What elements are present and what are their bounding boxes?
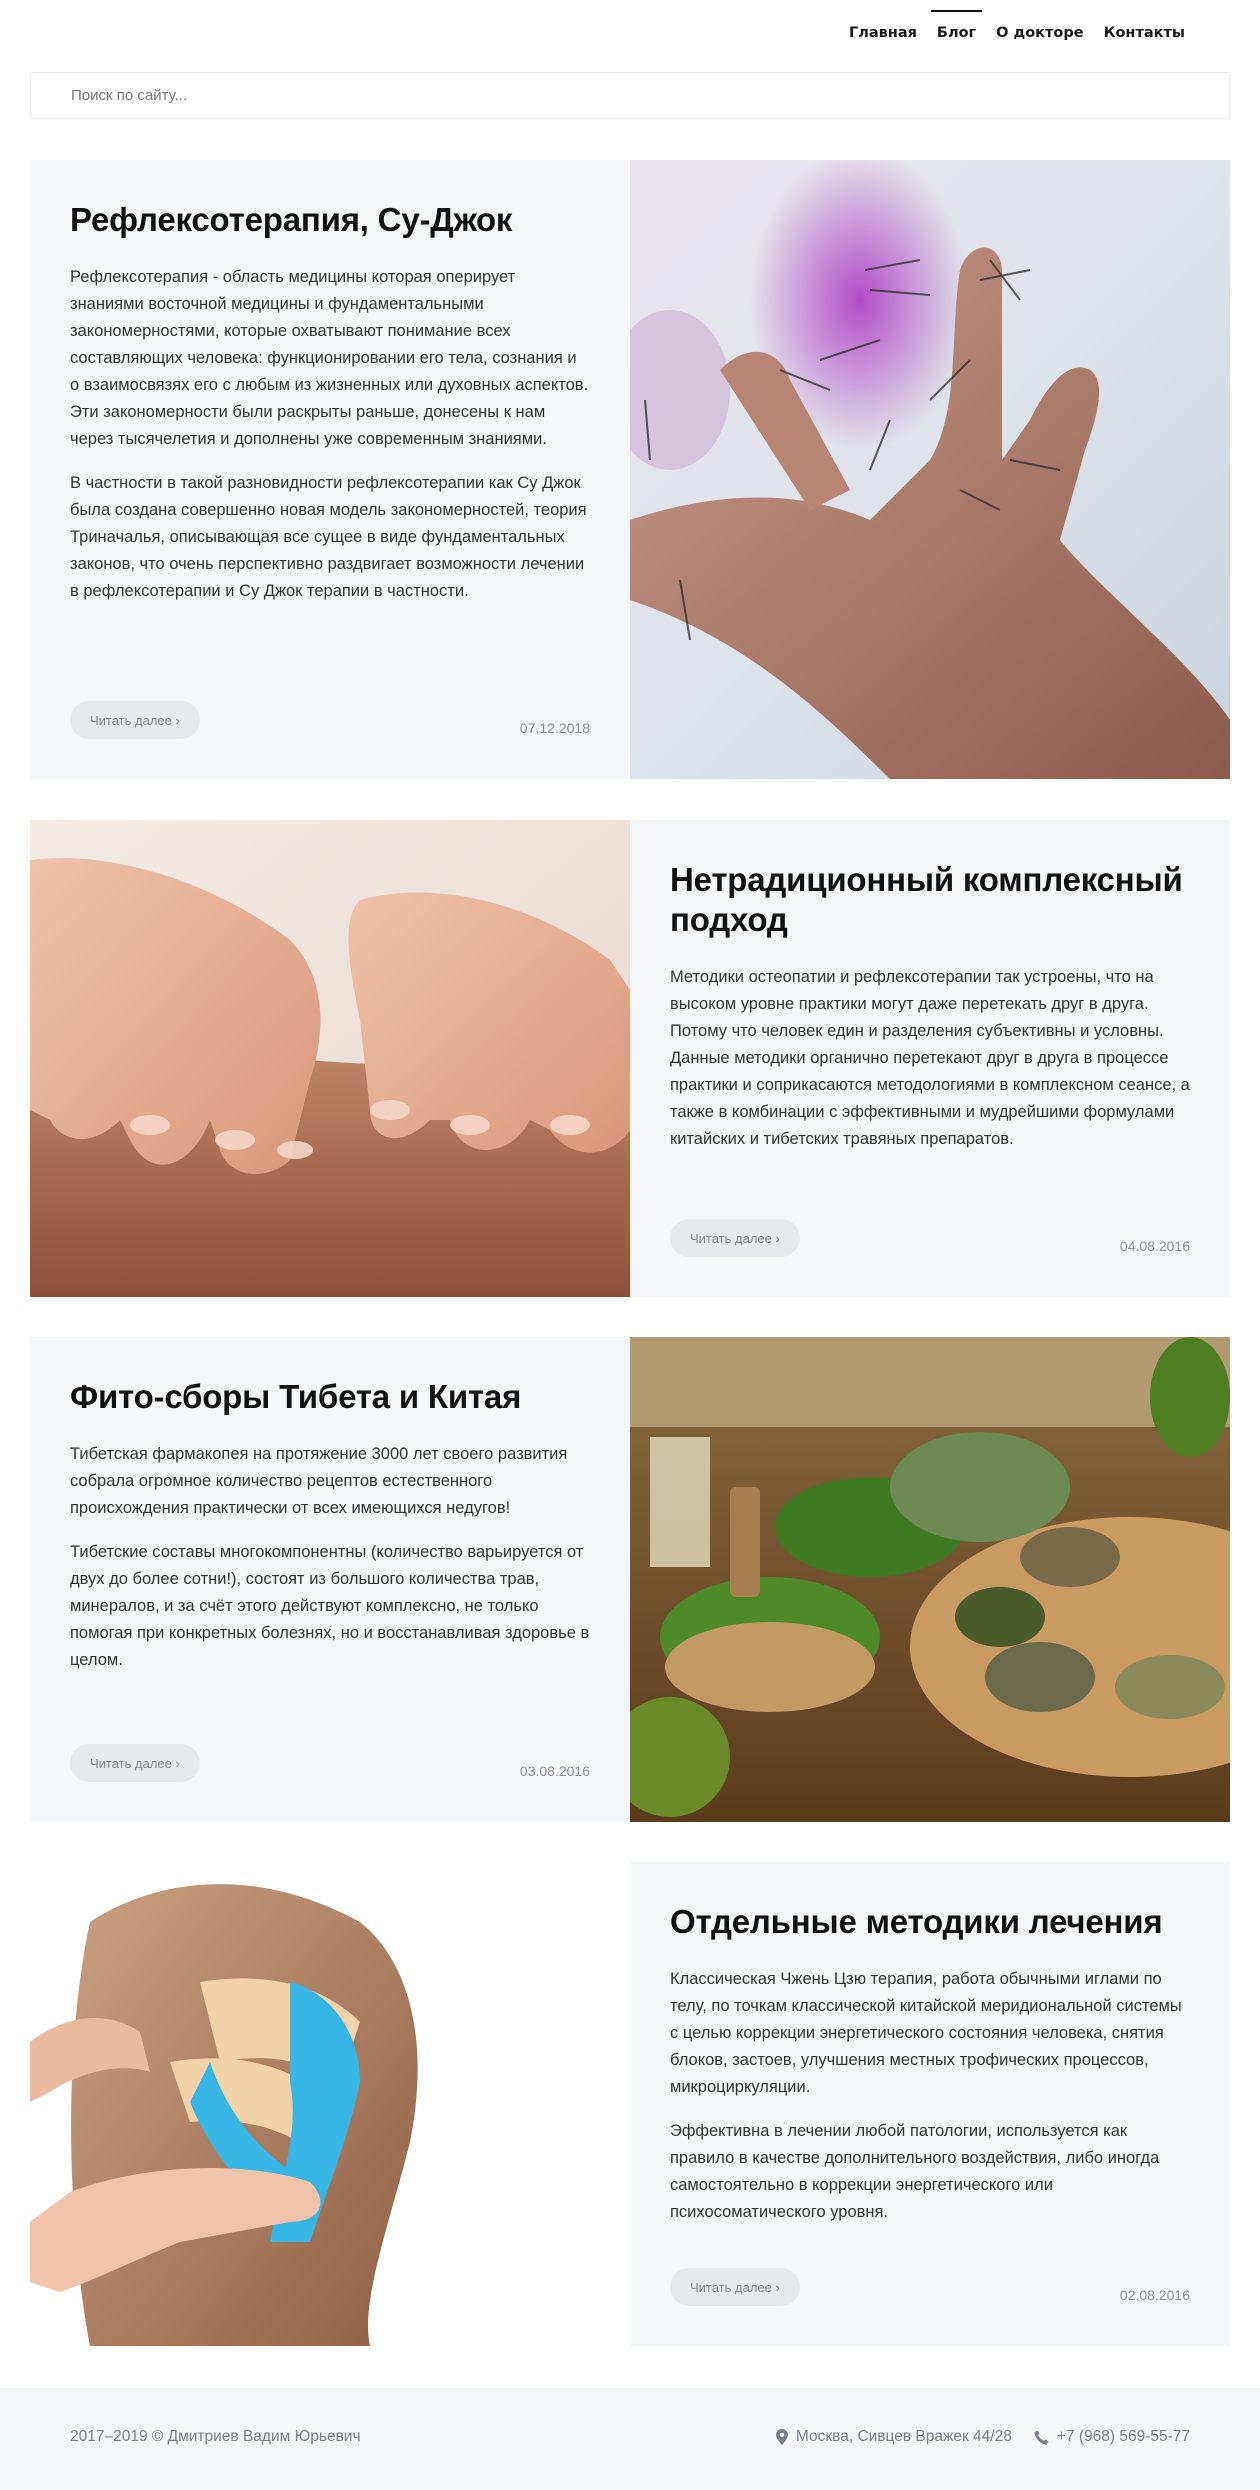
post-date: 03.08.2016 <box>519 1763 590 1779</box>
phone-icon <box>1034 2429 1049 2445</box>
blog-post-card: Рефлексотерапия, Су-Джок Рефлексотерапия… <box>30 160 1230 779</box>
post-paragraph: Классическая Чжень Цзю терапия, работа о… <box>670 1970 1182 2096</box>
post-date: 07.12.2018 <box>519 720 590 736</box>
map-pin-icon <box>775 2429 788 2445</box>
post-paragraph: Тибетская фармакопея на протяжение 3000 … <box>70 1445 568 1517</box>
phone-item[interactable]: +7 (968) 569-55-77 <box>1034 2428 1190 2446</box>
read-more-button[interactable]: Читать далее › <box>70 701 200 739</box>
post-text: Нетрадиционный комплексный подход Методи… <box>630 820 1230 1297</box>
post-paragraph: Методики остеопатии и рефлексотерапии та… <box>670 968 1190 1148</box>
address-item: Москва, Сивцев Вражек 44/28 <box>775 2428 1012 2446</box>
main-nav: Главная Блог О докторе Контакты <box>839 0 1195 66</box>
read-more-button[interactable]: Читать далее › <box>70 1744 200 1782</box>
post-image-massage-hands[interactable] <box>30 820 630 1297</box>
phone-text[interactable]: +7 (968) 569-55-77 <box>1057 2428 1190 2446</box>
nav-item-about[interactable]: О докторе <box>986 0 1093 66</box>
blog-post-card: Нетрадиционный комплексный подход Методи… <box>30 820 1230 1297</box>
post-title[interactable]: Нетрадиционный комплексный подход <box>670 860 1190 940</box>
read-more-button[interactable]: Читать далее › <box>670 1219 800 1257</box>
footer-contacts: Москва, Сивцев Вражек 44/28 +7 (968) 569… <box>775 2428 1190 2446</box>
read-more-button[interactable]: Читать далее › <box>670 2268 800 2306</box>
address-text: Москва, Сивцев Вражек 44/28 <box>795 2428 1012 2445</box>
search-box <box>30 72 1230 119</box>
post-image-kinesio-tape-shoulder[interactable] <box>30 1862 630 2346</box>
post-title[interactable]: Отдельные методики лечения <box>670 1902 1190 1942</box>
post-paragraph: Тибетские составы многокомпонентны (коли… <box>70 1543 590 1669</box>
post-paragraph: Рефлексотерапия - область медицины котор… <box>70 268 589 448</box>
post-text: Рефлексотерапия, Су-Джок Рефлексотерапия… <box>30 160 630 779</box>
blog-post-card: Фито-сборы Тибета и Китая Тибетская фарм… <box>30 1337 1230 1822</box>
nav-item-home[interactable]: Главная <box>839 0 927 66</box>
search-input[interactable] <box>71 87 1229 104</box>
nav-item-blog[interactable]: Блог <box>927 0 986 66</box>
site-footer: 2017–2019 © Дмитриев Вадим Юрьевич Москв… <box>0 2388 1260 2490</box>
post-paragraph: Эффективна в лечении любой патологии, ис… <box>670 2122 1160 2221</box>
post-paragraph: В частности в такой разновидности рефлек… <box>70 474 587 600</box>
copyright: 2017–2019 © Дмитриев Вадим Юрьевич <box>70 2428 361 2445</box>
post-date: 04.08.2016 <box>1119 1238 1190 1254</box>
post-title[interactable]: Рефлексотерапия, Су-Джок <box>70 200 590 240</box>
post-date: 02.08.2016 <box>1119 2287 1190 2303</box>
post-text: Отдельные методики лечения Классическая … <box>630 1862 1230 2346</box>
post-image-herbs[interactable] <box>630 1337 1230 1822</box>
nav-item-contacts[interactable]: Контакты <box>1094 0 1195 66</box>
post-text: Фито-сборы Тибета и Китая Тибетская фарм… <box>30 1337 630 1822</box>
blog-post-card: Отдельные методики лечения Классическая … <box>30 1862 1230 2346</box>
post-image-acupuncture-hand[interactable] <box>630 160 1230 779</box>
post-title[interactable]: Фито-сборы Тибета и Китая <box>70 1377 590 1417</box>
